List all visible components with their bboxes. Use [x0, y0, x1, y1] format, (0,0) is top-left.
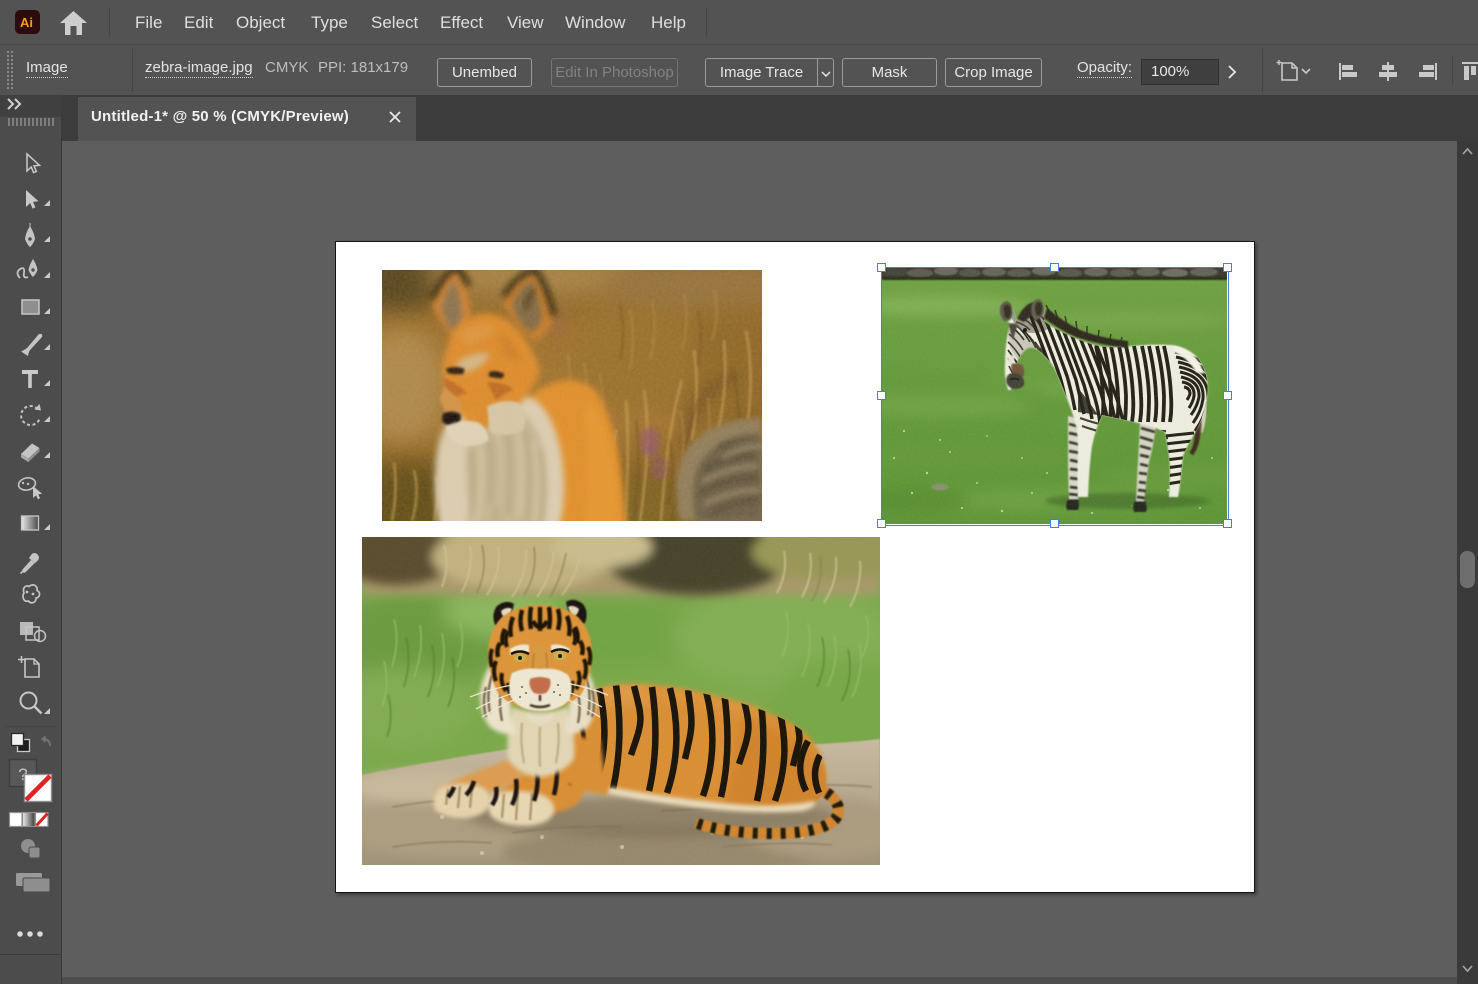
svg-text:Ai: Ai — [20, 15, 33, 30]
